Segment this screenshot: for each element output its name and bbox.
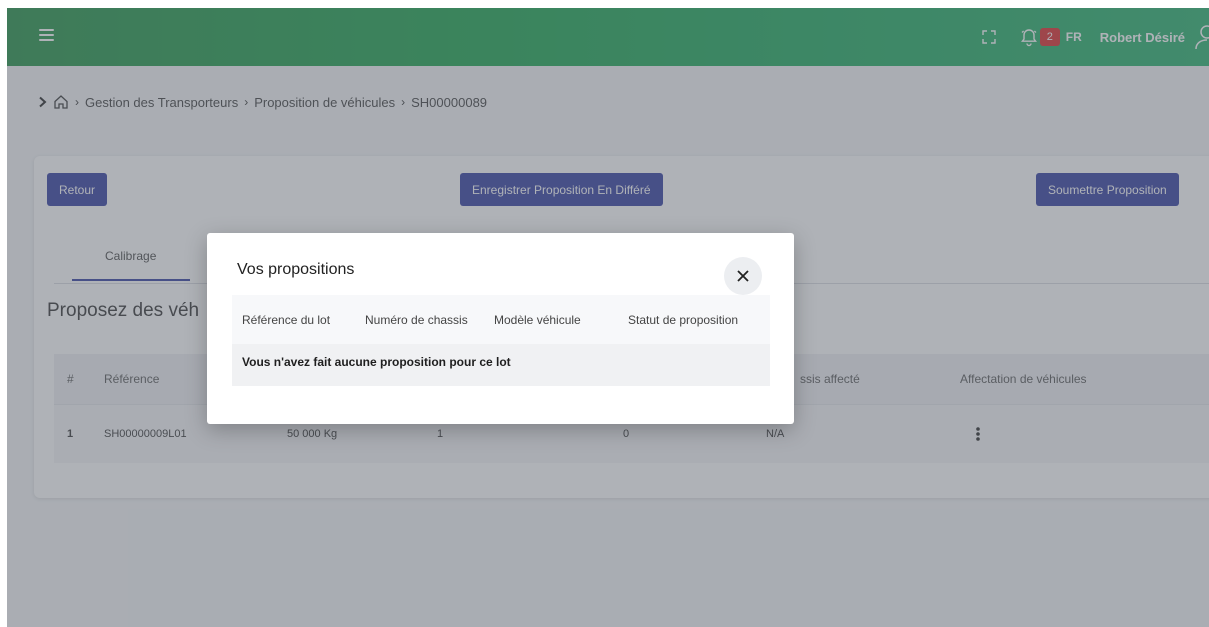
- propositions-table: Référence du lot Numéro de chassis Modèl…: [232, 295, 770, 386]
- propositions-modal: Vos propositions Référence du lot Numéro…: [207, 233, 794, 424]
- close-icon: [737, 270, 749, 282]
- modal-title: Vos propositions: [237, 261, 355, 278]
- col-lot-reference: Référence du lot: [242, 312, 331, 327]
- col-proposal-status: Statut de proposition: [628, 312, 739, 327]
- app-frame: 2 FR Robert Désiré › Gestion des Transpo…: [7, 8, 1209, 627]
- modal-table-header: Référence du lot Numéro de chassis Modèl…: [232, 295, 770, 344]
- empty-message: Vous n'avez fait aucune proposition pour…: [242, 355, 511, 369]
- close-button[interactable]: [724, 257, 762, 295]
- col-chassis-number: Numéro de chassis: [365, 312, 468, 327]
- col-vehicle-model: Modèle véhicule: [494, 312, 581, 327]
- empty-row: Vous n'avez fait aucune proposition pour…: [232, 344, 770, 386]
